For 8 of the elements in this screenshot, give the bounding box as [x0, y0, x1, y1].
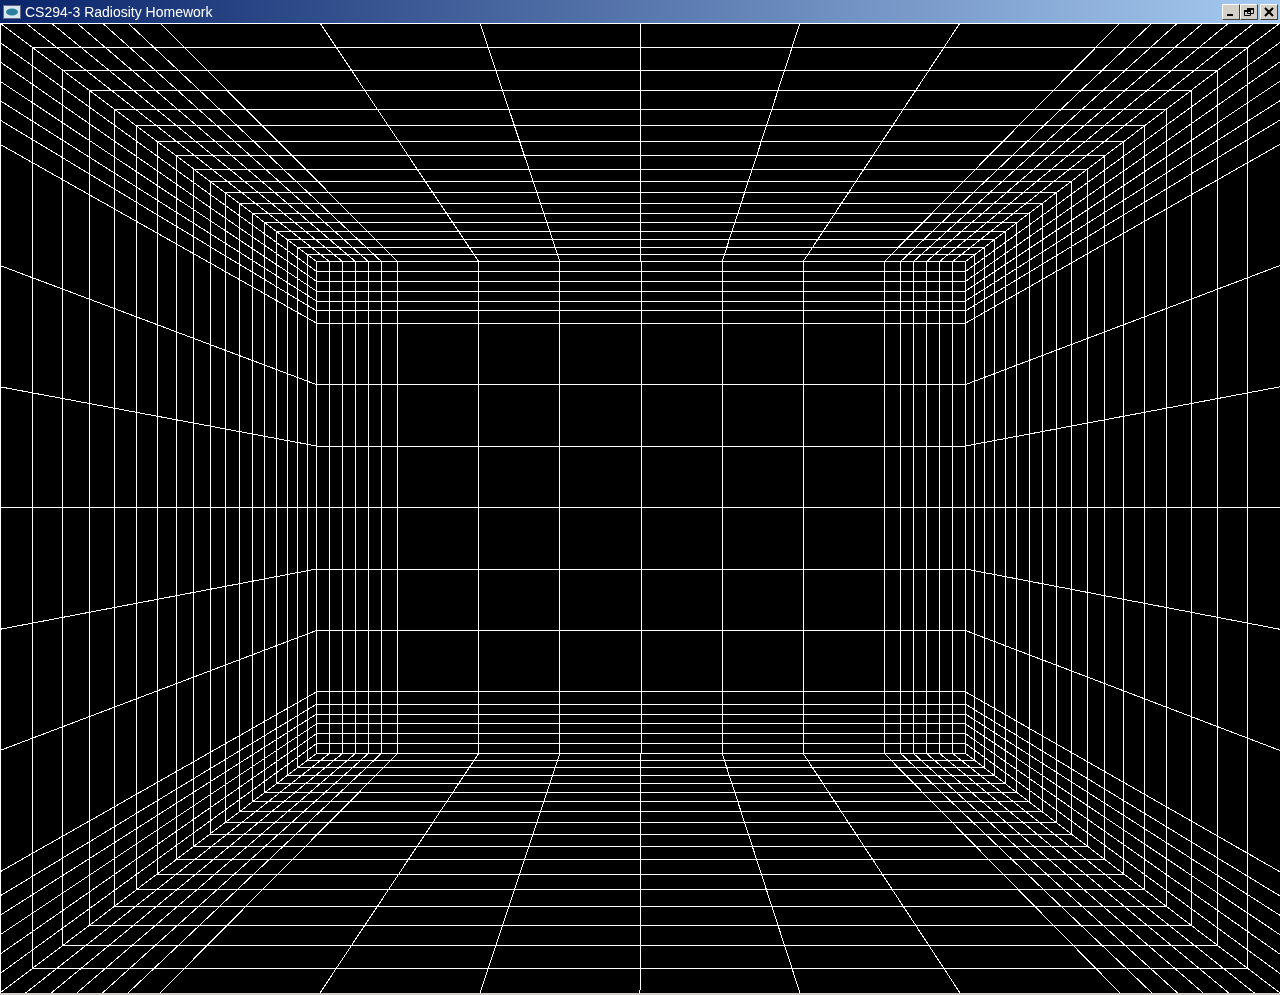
app-icon [3, 4, 21, 19]
close-button[interactable] [1260, 3, 1278, 20]
restore-icon [1244, 6, 1254, 17]
minimize-button[interactable] [1222, 3, 1240, 20]
window-title: CS294-3 Radiosity Homework [25, 3, 213, 20]
restore-button[interactable] [1240, 3, 1258, 20]
minimize-icon [1227, 13, 1233, 16]
close-icon [1264, 6, 1274, 17]
